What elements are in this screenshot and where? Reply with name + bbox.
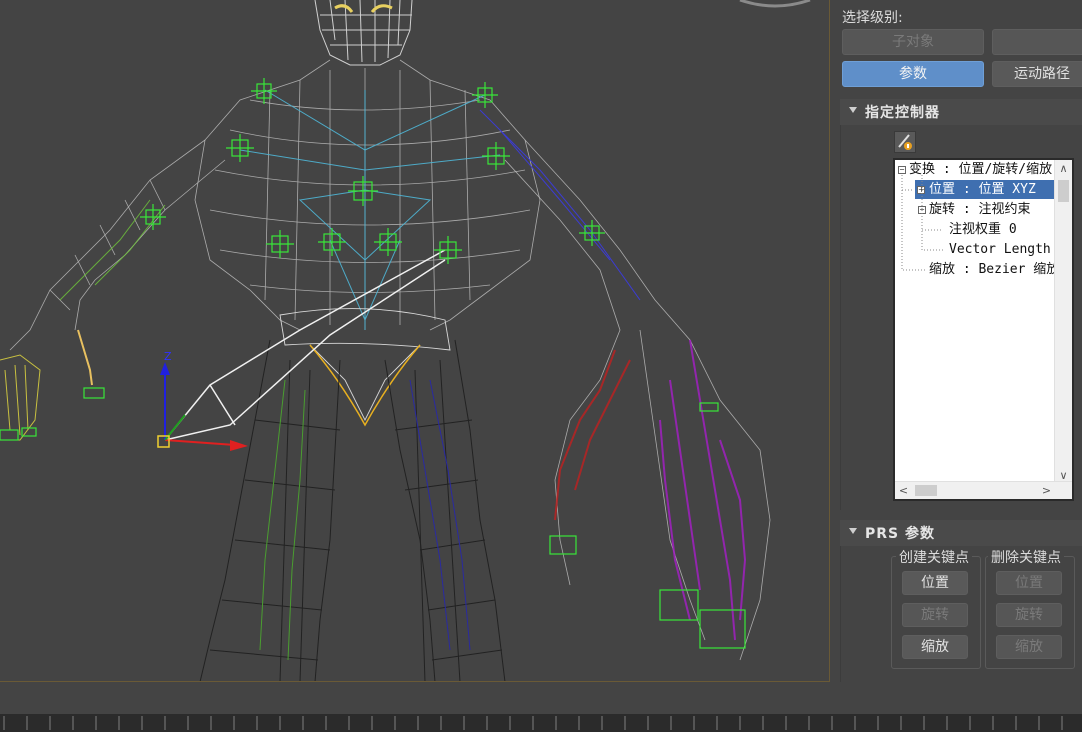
lookat-bone bbox=[164, 249, 446, 441]
timeline-ruler[interactable] bbox=[0, 714, 1082, 732]
assign-controller-icon[interactable] bbox=[894, 131, 916, 153]
prs-params-rollout[interactable]: PRS 参数 bbox=[840, 520, 1082, 546]
finger-bones-yellow bbox=[77, 329, 93, 386]
gizmo-x-arrow[interactable] bbox=[230, 440, 248, 451]
create-scale-button[interactable]: 缩放 bbox=[902, 635, 968, 659]
delete-scale-button[interactable]: 缩放 bbox=[996, 635, 1062, 659]
claw-purple bbox=[659, 339, 747, 641]
viewcube-ring[interactable] bbox=[739, 0, 811, 8]
torso-mesh bbox=[194, 59, 541, 331]
delete-key-title: 删除关键点 bbox=[988, 547, 1064, 567]
subobject-button[interactable]: 子对象 bbox=[842, 29, 984, 55]
controller-tree[interactable]: − 变换 : 位置/旋转/缩放 位置 : 位置 XYZ + − 旋转 : 注视约… bbox=[893, 158, 1074, 501]
bone-helpers[interactable] bbox=[0, 78, 746, 649]
blank-button[interactable] bbox=[992, 29, 1082, 55]
head-mesh bbox=[314, 0, 413, 66]
leg-right-blue bbox=[409, 379, 471, 651]
params-button[interactable]: 参数 bbox=[842, 61, 984, 87]
scroll-right-arrow-icon[interactable]: > bbox=[1038, 482, 1055, 499]
hand-left-yellow bbox=[0, 354, 41, 441]
create-rotation-button[interactable]: 旋转 bbox=[902, 603, 968, 627]
tree-horizontal-scrollbar[interactable]: < > bbox=[895, 481, 1072, 499]
scroll-up-arrow-icon[interactable]: ∧ bbox=[1055, 160, 1072, 177]
scroll-left-arrow-icon[interactable]: < bbox=[895, 482, 912, 499]
hscroll-thumb[interactable] bbox=[915, 485, 937, 496]
tree-connector-lines bbox=[901, 175, 943, 271]
gizmo-z-arrow[interactable] bbox=[160, 362, 170, 375]
scroll-thumb[interactable] bbox=[1058, 180, 1069, 202]
leg-left-green bbox=[259, 379, 306, 661]
perspective-viewport[interactable]: Z bbox=[0, 0, 830, 682]
trajectory-button[interactable]: 运动路径 bbox=[992, 61, 1082, 87]
gizmo-z-label: Z bbox=[164, 350, 172, 363]
assign-controller-body: − 变换 : 位置/旋转/缩放 位置 : 位置 XYZ + − 旋转 : 注视约… bbox=[840, 125, 1082, 510]
selection-level-label: 选择级别: bbox=[842, 10, 903, 26]
assign-controller-rollout[interactable]: 指定控制器 bbox=[840, 99, 1082, 125]
arm-right-blue bbox=[479, 109, 641, 301]
rollout-title: 指定控制器 bbox=[865, 105, 940, 121]
delete-rotation-button[interactable]: 旋转 bbox=[996, 603, 1062, 627]
tree-vertical-scrollbar[interactable]: ∧ ∨ bbox=[1054, 160, 1072, 484]
collapse-arrow-icon[interactable] bbox=[849, 107, 857, 113]
timeline-ticks bbox=[3, 716, 1063, 730]
create-position-button[interactable]: 位置 bbox=[902, 571, 968, 595]
command-panel: 选择级别: 子对象 参数 运动路径 指定控制器 − 变换 : 位置/旋转/缩放 … bbox=[832, 0, 1082, 682]
create-key-title: 创建关键点 bbox=[896, 547, 972, 567]
pelvis-yellow bbox=[309, 344, 421, 427]
gizmo-x-axis[interactable] bbox=[164, 439, 236, 446]
character-wireframe: Z bbox=[0, 0, 811, 681]
transform-gizmo[interactable]: Z bbox=[157, 350, 248, 451]
delete-position-button[interactable]: 位置 bbox=[996, 571, 1062, 595]
rollout-title: PRS 参数 bbox=[865, 526, 935, 542]
collapse-arrow-icon[interactable] bbox=[849, 528, 857, 534]
arm-left-mesh bbox=[9, 139, 226, 351]
create-key-group: 创建关键点 位置 旋转 缩放 bbox=[891, 547, 981, 669]
legs-mesh bbox=[199, 339, 506, 681]
prs-params-body: 创建关键点 位置 旋转 缩放 删除关键点 位置 旋转 缩放 bbox=[840, 546, 1082, 682]
delete-key-group: 删除关键点 位置 旋转 缩放 bbox=[985, 547, 1075, 669]
torso-cyan-bones bbox=[239, 89, 501, 330]
